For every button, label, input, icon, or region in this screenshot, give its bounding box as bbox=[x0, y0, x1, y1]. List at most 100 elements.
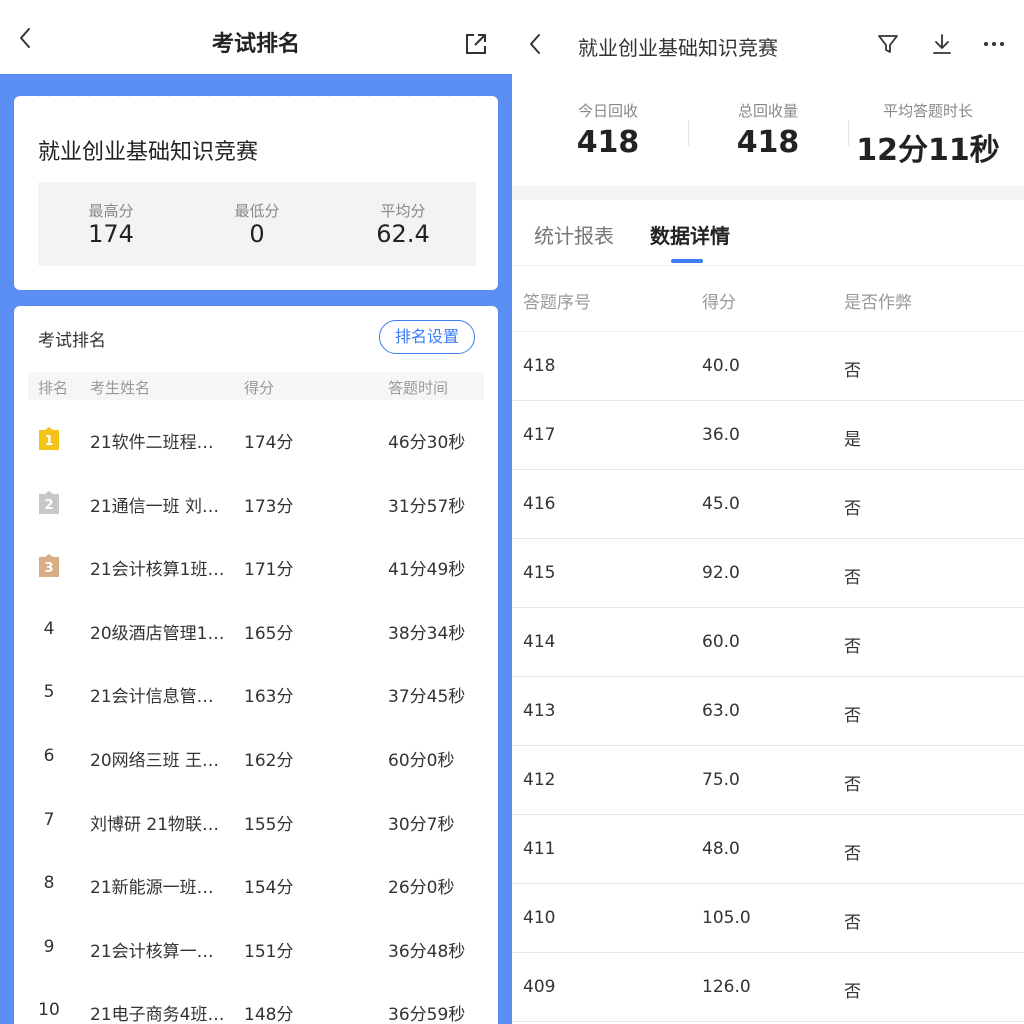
stat-label: 最低分 bbox=[234, 202, 280, 220]
ranking-row[interactable]: 2 21通信一班 刘… 173分 31分57秒 bbox=[28, 472, 484, 536]
ranking-row[interactable]: 10 21电子商务4班… 148分 36分59秒 bbox=[28, 980, 484, 1024]
ranking-row[interactable]: 1 21软件二班程… 174分 46分30秒 bbox=[28, 408, 484, 472]
scallop-dot bbox=[275, 91, 283, 97]
scallop-dot bbox=[245, 91, 253, 97]
rank-number: 9 bbox=[43, 936, 55, 957]
table-row[interactable]: 416 45.0 否 bbox=[512, 470, 1024, 539]
stat-label: 平均分 bbox=[380, 202, 426, 220]
ranking-row[interactable]: 6 20网络三班 王… 162分 60分0秒 bbox=[28, 726, 484, 790]
rank-number: 4 bbox=[43, 618, 55, 639]
scallop-dot bbox=[95, 91, 103, 97]
scallop-dot bbox=[215, 91, 223, 97]
ranking-row[interactable]: 3 21会计核算1班… 171分 41分49秒 bbox=[28, 535, 484, 599]
ranking-row[interactable]: 9 21会计核算一… 151分 36分48秒 bbox=[28, 917, 484, 981]
col-time: 答题时间 bbox=[388, 379, 449, 397]
more-dots-icon[interactable] bbox=[982, 32, 1006, 56]
answer-score: 75.0 bbox=[702, 770, 740, 790]
medal-number: 3 bbox=[44, 561, 53, 576]
scallop-dot bbox=[415, 91, 423, 97]
ranking-row[interactable]: 8 21新能源一班… 154分 26分0秒 bbox=[28, 853, 484, 917]
table-row[interactable]: 415 92.0 否 bbox=[512, 539, 1024, 608]
scallop-edge bbox=[15, 91, 493, 97]
col-score: 得分 bbox=[244, 379, 275, 397]
answer-id: 414 bbox=[523, 632, 556, 652]
candidate-name: 21新能源一班… bbox=[90, 878, 214, 899]
answer-time: 60分0秒 bbox=[388, 751, 455, 771]
scallop-dot bbox=[305, 91, 313, 97]
cheat-flag: 否 bbox=[844, 844, 861, 864]
ranking-settings-button[interactable]: 排名设置 bbox=[379, 320, 475, 354]
table-row[interactable]: 417 36.0 是 bbox=[512, 401, 1024, 470]
external-link-icon[interactable] bbox=[464, 32, 488, 56]
answer-id: 412 bbox=[523, 770, 556, 790]
stat-highest: 最高分 174 bbox=[38, 182, 184, 266]
table-row[interactable]: 414 60.0 否 bbox=[512, 608, 1024, 677]
download-icon[interactable] bbox=[930, 32, 954, 56]
answer-time: 31分57秒 bbox=[388, 496, 466, 517]
rank-number: 8 bbox=[43, 873, 55, 894]
ranking-row[interactable]: 5 21会计信息管… 163分 37分45秒 bbox=[28, 662, 484, 726]
tab-data-detail[interactable]: 数据详情 bbox=[650, 220, 730, 249]
scallop-dot bbox=[425, 91, 433, 97]
stat-lowest: 最低分 0 bbox=[184, 182, 330, 266]
answer-time: 37分45秒 bbox=[388, 687, 466, 708]
col-cheat: 是否作弊 bbox=[844, 293, 912, 313]
scallop-dot bbox=[15, 91, 23, 97]
table-row[interactable]: 413 63.0 否 bbox=[512, 677, 1024, 746]
cheat-flag: 否 bbox=[844, 568, 861, 588]
scallop-dot bbox=[65, 91, 73, 97]
answer-score: 36.0 bbox=[702, 425, 740, 445]
rank-number: 5 bbox=[43, 682, 55, 703]
answer-time: 36分59秒 bbox=[388, 1005, 466, 1024]
answer-score: 40.0 bbox=[702, 356, 740, 376]
detail-tabs: 统计报表 数据详情 bbox=[512, 200, 1024, 266]
stat-value: 62.4 bbox=[376, 220, 430, 248]
table-row[interactable]: 411 48.0 否 bbox=[512, 815, 1024, 884]
ranking-row[interactable]: 4 20级酒店管理1… 165分 38分34秒 bbox=[28, 599, 484, 663]
kpi-today: 今日回收 418 bbox=[552, 100, 664, 170]
cheat-flag: 否 bbox=[844, 913, 861, 933]
scallop-dot bbox=[195, 91, 203, 97]
answer-score: 63.0 bbox=[702, 701, 740, 721]
table-row[interactable]: 409 126.0 否 bbox=[512, 953, 1024, 1022]
scallop-dot bbox=[175, 91, 183, 97]
contest-name: 就业创业基础知识竞赛 bbox=[38, 140, 259, 165]
summary-card: 就业创业基础知识竞赛 最高分 174 最低分 0 平均分 62.4 bbox=[14, 91, 498, 290]
scallop-dot bbox=[475, 91, 483, 97]
table-row[interactable]: 412 75.0 否 bbox=[512, 746, 1024, 815]
answer-score: 105.0 bbox=[702, 908, 751, 928]
candidate-score: 163分 bbox=[244, 687, 294, 708]
scallop-dot bbox=[125, 91, 133, 97]
table-row[interactable]: 418 40.0 否 bbox=[512, 332, 1024, 401]
ranking-row[interactable]: 7 刘博研 21物联… 155分 30分7秒 bbox=[28, 790, 484, 854]
scallop-dot bbox=[135, 91, 143, 97]
scallop-dot bbox=[485, 91, 493, 97]
chevron-left-icon[interactable] bbox=[524, 32, 548, 56]
col-answer-id: 答题序号 bbox=[523, 293, 591, 313]
detail-header: 就业创业基础知识竞赛 bbox=[512, 0, 1024, 88]
cheat-flag: 否 bbox=[844, 637, 861, 657]
candidate-name: 21电子商务4班… bbox=[90, 1005, 225, 1024]
candidate-name: 20级酒店管理1… bbox=[90, 623, 225, 644]
scallop-dot bbox=[75, 91, 83, 97]
tab-statistics[interactable]: 统计报表 bbox=[534, 220, 614, 249]
filter-icon[interactable] bbox=[876, 32, 900, 56]
stat-value: 174 bbox=[88, 220, 134, 248]
answer-time: 38分34秒 bbox=[388, 623, 466, 644]
cheat-flag: 否 bbox=[844, 775, 861, 795]
scallop-dot bbox=[435, 91, 443, 97]
candidate-name: 21会计信息管… bbox=[90, 687, 214, 708]
scallop-dot bbox=[315, 91, 323, 97]
stat-average: 平均分 62.4 bbox=[330, 182, 476, 266]
cheat-flag: 否 bbox=[844, 982, 861, 1002]
answer-score: 60.0 bbox=[702, 632, 740, 652]
answer-id: 418 bbox=[523, 356, 556, 376]
stat-label: 最高分 bbox=[88, 202, 134, 220]
table-row[interactable]: 410 105.0 否 bbox=[512, 884, 1024, 953]
scallop-dot bbox=[295, 91, 303, 97]
scallop-dot bbox=[55, 91, 63, 97]
scallop-dot bbox=[365, 91, 373, 97]
scallop-dot bbox=[45, 91, 53, 97]
ranking-card: 考试排名 排名设置 排名 考生姓名 得分 答题时间 1 21软件二班程… 174分… bbox=[14, 306, 498, 1024]
answer-score: 126.0 bbox=[702, 977, 751, 997]
